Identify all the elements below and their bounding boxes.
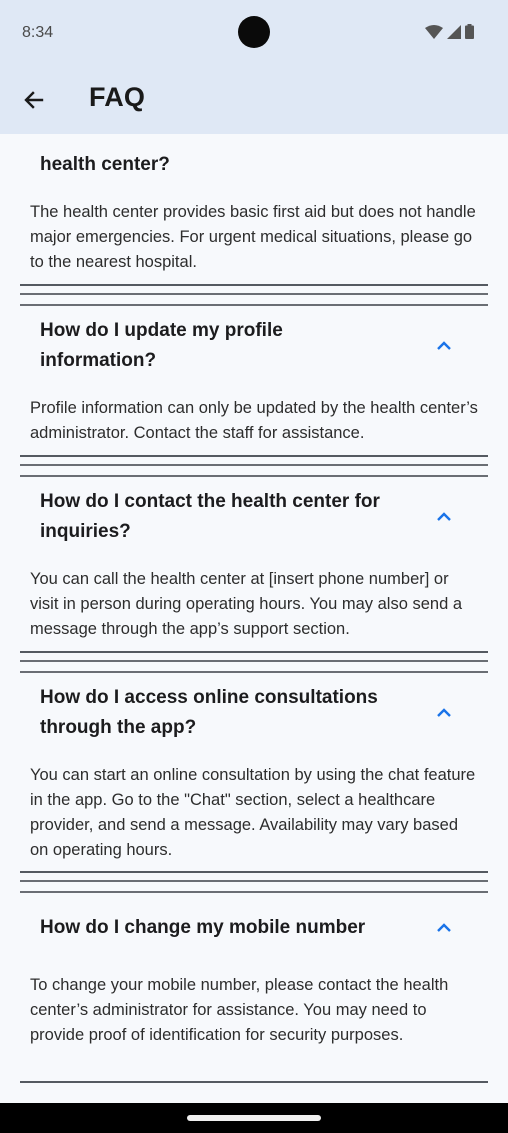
divider: [20, 891, 488, 893]
divider: [20, 871, 488, 873]
divider: [20, 464, 488, 466]
divider: [20, 284, 488, 286]
faq-question[interactable]: How do I change my mobile number: [40, 913, 420, 943]
status-time: 8:34: [22, 24, 54, 41]
home-indicator[interactable]: [187, 1115, 321, 1121]
faq-question[interactable]: How do I contact the health center for i…: [40, 487, 420, 547]
wifi-icon: [425, 24, 443, 39]
faq-answer: You can start an online consultation by …: [30, 766, 476, 859]
app-bar: FAQ: [0, 66, 508, 134]
divider: [20, 304, 488, 306]
battery-icon: [465, 24, 474, 39]
divider: [20, 455, 488, 457]
faq-question[interactable]: health center?: [40, 150, 420, 180]
chevron-up-icon[interactable]: [434, 921, 454, 935]
page-title: FAQ: [89, 82, 146, 112]
divider: [20, 671, 488, 673]
divider: [20, 660, 488, 662]
faq-question[interactable]: How do I access online consultations thr…: [40, 683, 410, 743]
faq-answer: Profile information can only be updated …: [30, 399, 478, 442]
faq-list[interactable]: health center? The health center provide…: [0, 134, 508, 1103]
faq-answer: You can call the health center at [inser…: [30, 570, 463, 638]
chevron-up-icon[interactable]: [434, 339, 454, 353]
camera-cutout: [238, 16, 270, 48]
divider: [20, 651, 488, 653]
divider: [20, 475, 488, 477]
arrow-left-icon: [24, 91, 44, 109]
chevron-up-icon[interactable]: [434, 510, 454, 524]
system-nav-bar: [0, 1103, 508, 1133]
divider: [20, 293, 488, 295]
back-button[interactable]: [16, 82, 52, 118]
status-icons: [425, 24, 474, 39]
signal-icon: [447, 24, 461, 39]
divider: [20, 1081, 488, 1083]
faq-question[interactable]: How do I update my profile information?: [40, 316, 330, 376]
divider: [20, 880, 488, 882]
status-bar: 8:34: [0, 0, 508, 66]
faq-answer: To change your mobile number, please con…: [30, 976, 449, 1044]
chevron-up-icon[interactable]: [434, 706, 454, 720]
faq-answer: The health center provides basic first a…: [30, 203, 476, 271]
